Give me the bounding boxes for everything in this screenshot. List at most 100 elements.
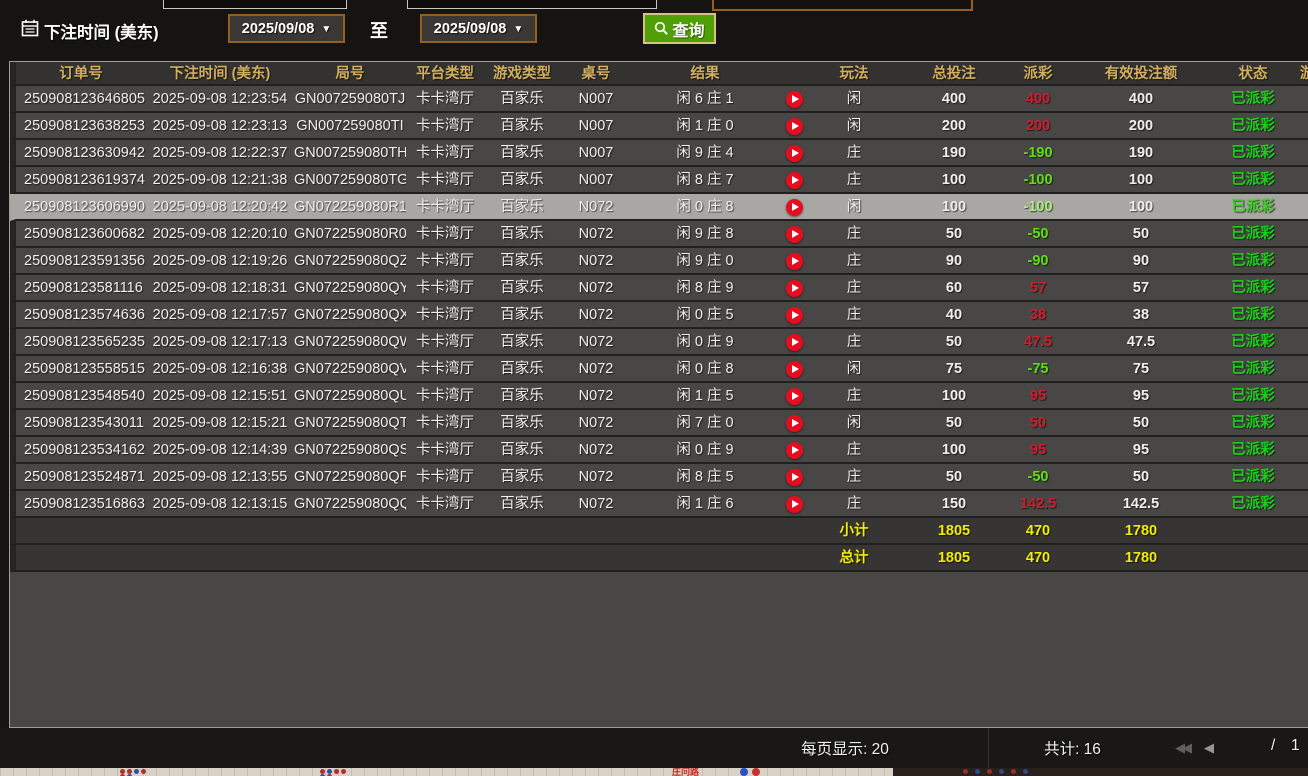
table-row[interactable]: 2509081236382532025-09-08 12:23:13GN0072… [10,113,1308,140]
table-row[interactable]: 2509081236309422025-09-08 12:22:37GN0072… [10,140,1308,167]
filter-bar: 下注时间 (美东) 2025/09/08▼ 至 2025/09/08▼ 查询 [0,0,1308,61]
table-row[interactable]: 2509081235913562025-09-08 12:19:26GN0722… [10,248,1308,275]
total_bet-cell: 100 [898,167,1010,192]
round-cell: GN072259080QQ [294,491,406,516]
grand-total-row-extra [1290,545,1308,570]
order-cell: 250908123591356 [16,248,146,273]
column-header-status: 状态 [1216,62,1290,84]
bet-time-label: 下注时间 (美东) [44,19,159,43]
table-row[interactable]: 2509081235585152025-09-08 12:16:38GN0722… [10,356,1308,383]
table_no-cell: N072 [560,329,632,354]
game-cell: 百家乐 [484,113,560,138]
order-cell: 250908123638253 [16,113,146,138]
grand-total-row-status [1216,545,1290,570]
column-header-extra: 游 [1290,62,1308,84]
column-header-time: 下注时间 (美东) [146,62,294,84]
game-cell: 百家乐 [484,464,560,489]
platform-cell: 卡卡湾厅 [406,491,484,516]
total_bet-cell: 400 [898,86,1010,111]
page-count: 1 [1291,737,1300,755]
valid_bet-cell: 190 [1066,140,1216,165]
round-cell: GN007259080TJ [294,86,406,111]
table-row[interactable]: 2509081235341622025-09-08 12:14:39GN0722… [10,437,1308,464]
extra-cell [1290,329,1308,354]
extra-cell [1290,410,1308,435]
result-cell: 闲 0 庄 8 [632,356,778,381]
game-cell: 百家乐 [484,248,560,273]
payout-cell: 142.5 [1010,491,1066,516]
play-video-button[interactable] [786,415,803,432]
round-cell: GN072259080QV [294,356,406,381]
play_type-cell: 庄 [810,302,898,327]
date-from-picker[interactable]: 2025/09/08▼ [228,14,345,43]
round-cell: GN072259080QW [294,329,406,354]
table_no-cell: N072 [560,275,632,300]
table-row[interactable]: 2509081236006822025-09-08 12:20:10GN0722… [10,221,1308,248]
valid_bet-cell: 38 [1066,302,1216,327]
table-row[interactable]: 2509081235652352025-09-08 12:17:13GN0722… [10,329,1308,356]
table-row[interactable]: 2509081236468052025-09-08 12:23:54GN0072… [10,86,1308,113]
table-row[interactable]: 2509081236193742025-09-08 12:21:38GN0072… [10,167,1308,194]
table_no-cell: N072 [560,383,632,408]
game-cell: 百家乐 [484,491,560,516]
game-cell: 百家乐 [484,329,560,354]
time-cell: 2025-09-08 12:20:42 [146,194,294,219]
round-cell: GN072259080QX [294,302,406,327]
play-video-button[interactable] [786,199,803,216]
table-row[interactable]: 2509081235485402025-09-08 12:15:51GN0722… [10,383,1308,410]
play-video-button[interactable] [786,469,803,486]
status-cell: 已派彩 [1216,167,1290,192]
platform-cell: 卡卡湾厅 [406,464,484,489]
payout-cell: 50 [1010,410,1066,435]
play-video-button[interactable] [786,388,803,405]
result-cell: 闲 9 庄 4 [632,140,778,165]
play-video-button[interactable] [786,226,803,243]
payout-cell: 400 [1010,86,1066,111]
play-video-button[interactable] [786,118,803,135]
extra-cell [1290,464,1308,489]
total-count-label: 共计: 16 [1000,737,1145,759]
play_type-cell: 闲 [810,410,898,435]
play-video-button[interactable] [786,280,803,297]
grand-total-row-result [632,545,778,570]
play-video-button[interactable] [786,442,803,459]
play-video-button[interactable] [786,145,803,162]
page-separator: / [1271,737,1275,755]
play-video-button[interactable] [786,334,803,351]
subtotal-row-total_bet: 1805 [898,518,1010,543]
table-row[interactable]: 2509081235430112025-09-08 12:15:21GN0722… [10,410,1308,437]
play-cell [778,167,810,192]
date-to-picker[interactable]: 2025/09/08▼ [420,14,537,43]
subtotal-row-time [146,518,294,543]
query-button[interactable]: 查询 [643,13,716,44]
play-video-button[interactable] [786,307,803,324]
play-video-button[interactable] [786,91,803,108]
game-cell: 百家乐 [484,275,560,300]
total_bet-cell: 40 [898,302,1010,327]
table-row[interactable]: 2509081235811162025-09-08 12:18:31GN0722… [10,275,1308,302]
grand-total-row-time [146,545,294,570]
play-video-button[interactable] [786,253,803,270]
game-cell: 百家乐 [484,140,560,165]
play-video-button[interactable] [786,361,803,378]
table-row[interactable]: 2509081236069902025-09-08 12:20:42GN0722… [10,194,1308,221]
extra-cell [1290,86,1308,111]
play_type-cell: 庄 [810,329,898,354]
column-header-platform: 平台类型 [406,62,484,84]
extra-cell [1290,356,1308,381]
game-cell: 百家乐 [484,356,560,381]
play-video-button[interactable] [786,496,803,513]
result-cell: 闲 0 庄 8 [632,194,778,219]
first-page-icon[interactable]: ◀◀ [1175,740,1189,756]
platform-cell: 卡卡湾厅 [406,221,484,246]
table-row[interactable]: 2509081235248712025-09-08 12:13:55GN0722… [10,464,1308,491]
table-row[interactable]: 2509081235168632025-09-08 12:13:15GN0722… [10,491,1308,518]
platform-cell: 卡卡湾厅 [406,437,484,462]
time-cell: 2025-09-08 12:21:38 [146,167,294,192]
extra-cell [1290,194,1308,219]
play-video-button[interactable] [786,172,803,189]
column-header-play_type: 玩法 [810,62,898,84]
table-row[interactable]: 2509081235746362025-09-08 12:17:57GN0722… [10,302,1308,329]
prev-page-icon[interactable]: ◀ [1204,740,1211,756]
total_bet-cell: 50 [898,221,1010,246]
